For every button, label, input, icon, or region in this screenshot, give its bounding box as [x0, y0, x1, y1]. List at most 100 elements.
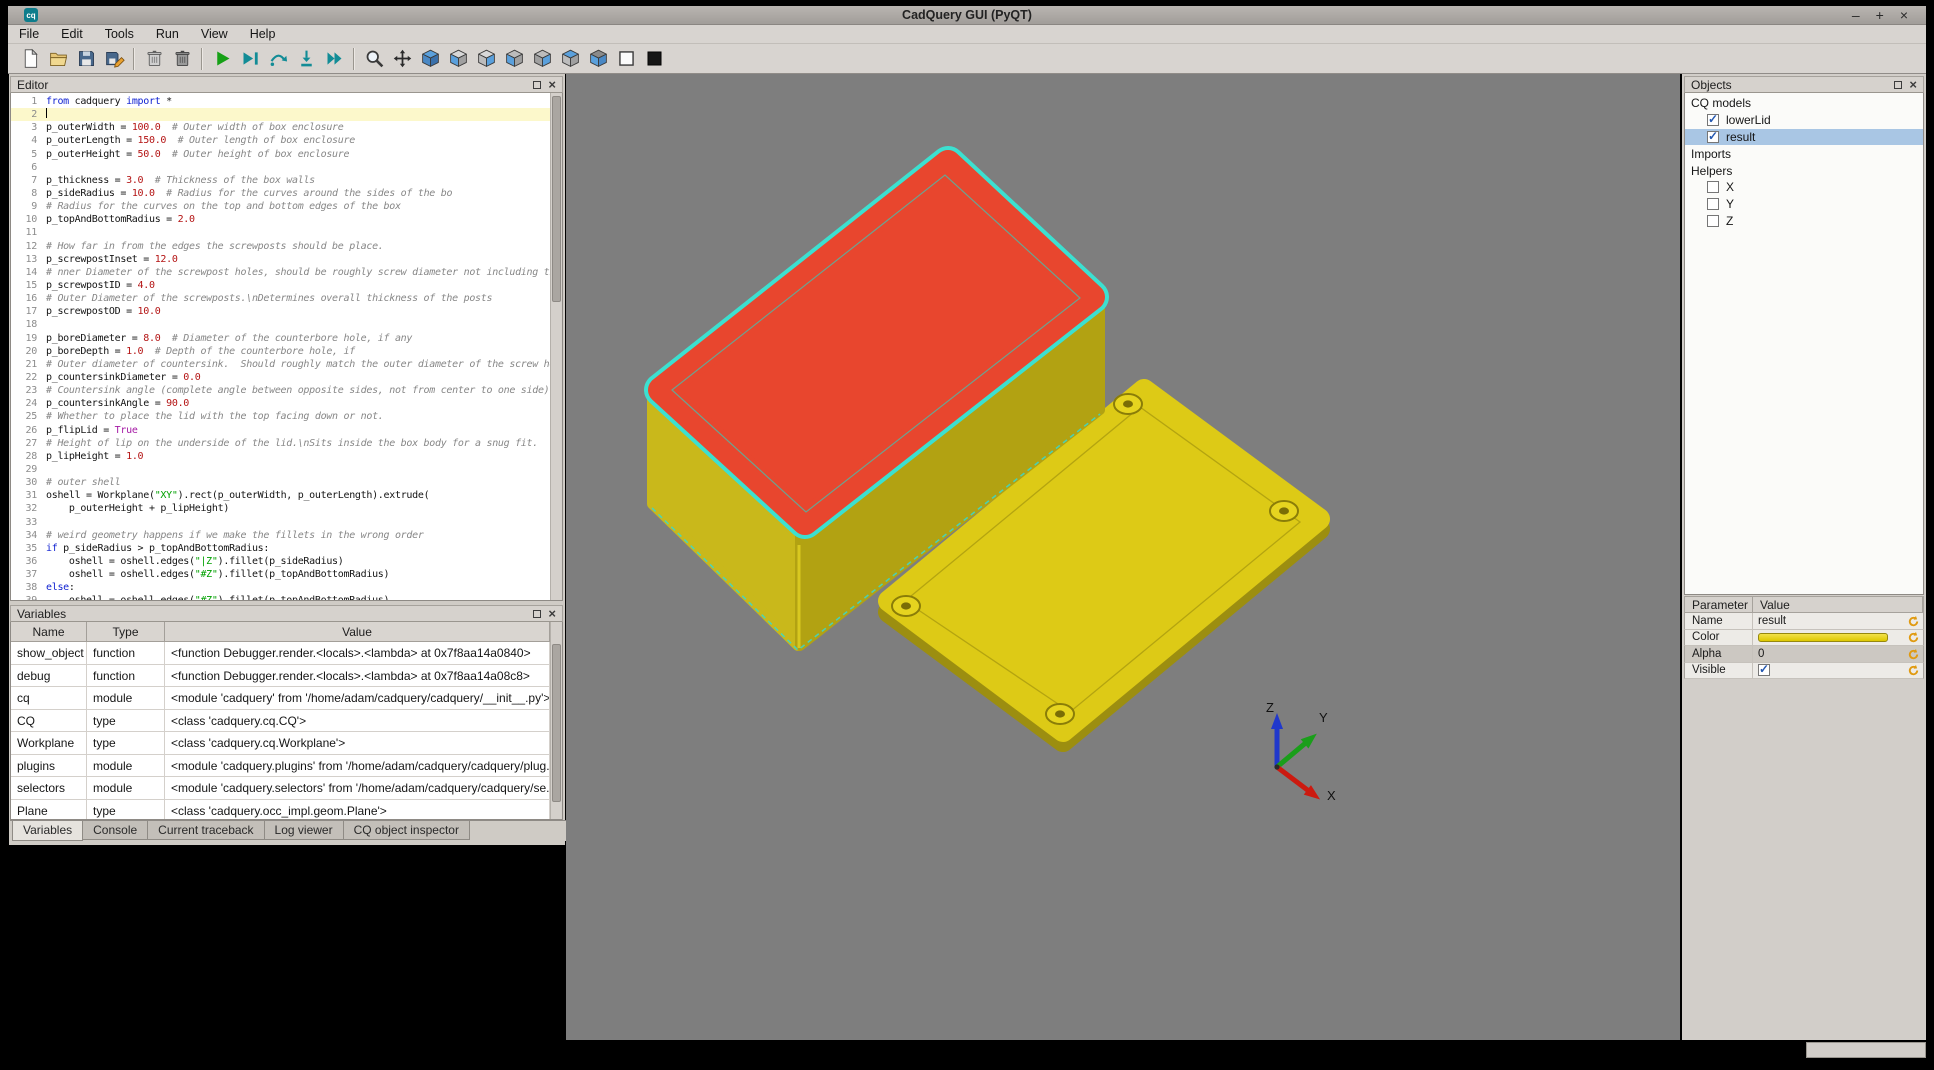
editor-scrollbar-thumb[interactable] [552, 96, 561, 302]
reset-color-button[interactable] [1907, 631, 1920, 644]
variables-float-button[interactable] [533, 610, 541, 618]
variables-panel: Variables × NameTypeValueshow_objectfunc… [10, 605, 563, 820]
line-number: 12 [11, 240, 37, 253]
reset-alpha-button[interactable] [1907, 648, 1920, 661]
checkbox-y[interactable] [1707, 198, 1719, 210]
reset-visible-button[interactable] [1907, 664, 1920, 677]
column-header-name[interactable]: Name [11, 622, 87, 641]
menu-item-file[interactable]: File [8, 25, 50, 43]
tree-item-y[interactable]: Y [1685, 196, 1923, 213]
view-back-button[interactable] [472, 45, 500, 72]
close-button[interactable]: × [1900, 8, 1908, 22]
table-row[interactable]: debugfunction<function Debugger.render.<… [11, 665, 550, 688]
step-into-button[interactable] [292, 45, 320, 72]
code-area[interactable]: 1from cadquery import *23p_outerWidth = … [11, 95, 550, 600]
code-line-17: 17p_screwpostOD = 10.0 [11, 305, 550, 318]
code-editor[interactable]: 1from cadquery import *23p_outerWidth = … [10, 93, 563, 601]
screw-boss-top[interactable] [1114, 394, 1142, 414]
checkbox-z[interactable] [1707, 215, 1719, 227]
variables-scrollbar[interactable] [550, 622, 562, 819]
editor-close-button[interactable]: × [548, 79, 556, 90]
step-over-button[interactable] [264, 45, 292, 72]
view-right-button[interactable] [528, 45, 556, 72]
variables-close-button[interactable]: × [548, 608, 556, 619]
visible-checkbox[interactable] [1758, 664, 1770, 676]
line-content: oshell = oshell.edges("#Z").fillet(p_top… [46, 595, 389, 600]
tree-group-helpers[interactable]: Helpers [1685, 162, 1923, 179]
code-line-39: 39 oshell = oshell.edges("#Z").fillet(p_… [11, 594, 550, 600]
tab-variables[interactable]: Variables [12, 821, 83, 841]
table-row[interactable]: CQtype<class 'cadquery.cq.CQ'> [11, 710, 550, 733]
editor-float-button[interactable] [533, 81, 541, 89]
table-row[interactable]: cqmodule<module 'cadquery' from '/home/a… [11, 687, 550, 710]
screw-boss-bottom[interactable] [1046, 704, 1074, 724]
table-row[interactable]: Planetype<class 'cadquery.occ_impl.geom.… [11, 800, 550, 820]
tree-item-lowerlid[interactable]: lowerLid [1685, 112, 1923, 129]
editor-scrollbar[interactable] [550, 93, 562, 600]
menu-item-view[interactable]: View [190, 25, 239, 43]
checkbox-result[interactable] [1707, 131, 1719, 143]
line-number: 2 [11, 108, 37, 121]
menu-item-help[interactable]: Help [239, 25, 287, 43]
menu-item-edit[interactable]: Edit [50, 25, 94, 43]
viewport-canvas[interactable]: Z Y X [566, 74, 1680, 1040]
variables-scrollbar-thumb[interactable] [552, 644, 561, 802]
line-number: 19 [11, 332, 37, 345]
tree-group-imports[interactable]: Imports [1685, 145, 1923, 162]
new-file-button[interactable] [16, 45, 44, 72]
screw-boss-right[interactable] [1270, 501, 1298, 521]
props-column-parameter[interactable]: Parameter [1685, 597, 1753, 612]
debug-script-button[interactable] [236, 45, 264, 72]
save-as-button[interactable] [100, 45, 128, 72]
column-header-value[interactable]: Value [165, 622, 550, 641]
tree-item-result[interactable]: result [1685, 129, 1923, 146]
property-row-name: Nameresult [1684, 613, 1924, 630]
delete-button[interactable] [168, 45, 196, 72]
tree-group-cq-models[interactable]: CQ models [1685, 95, 1923, 112]
cell-name: plugins [11, 755, 87, 777]
table-row[interactable]: Workplanetype<class 'cadquery.cq.Workpla… [11, 732, 550, 755]
title-bar[interactable]: cq CadQuery GUI (PyQT) – + × [8, 6, 1926, 25]
viewport-3d[interactable]: Z Y X [566, 74, 1680, 1040]
props-column-value[interactable]: Value [1753, 597, 1923, 612]
view-bottom-button[interactable] [584, 45, 612, 72]
objects-float-button[interactable] [1894, 81, 1902, 89]
fit-view-button[interactable] [388, 45, 416, 72]
maximize-button[interactable]: + [1876, 8, 1884, 22]
clear-button[interactable] [140, 45, 168, 72]
save-button[interactable] [72, 45, 100, 72]
zoom-button[interactable] [360, 45, 388, 72]
menu-item-tools[interactable]: Tools [94, 25, 145, 43]
tree-item-x[interactable]: X [1685, 179, 1923, 196]
toolbar [8, 44, 1926, 74]
view-iso-button[interactable] [416, 45, 444, 72]
column-header-type[interactable]: Type [87, 622, 165, 641]
menu-item-run[interactable]: Run [145, 25, 190, 43]
table-row[interactable]: show_objectfunction<function Debugger.re… [11, 642, 550, 665]
open-file-button[interactable] [44, 45, 72, 72]
tab-current-traceback[interactable]: Current traceback [147, 821, 264, 840]
line-number: 28 [11, 450, 37, 463]
view-wireframe-button[interactable] [612, 45, 640, 72]
axis-origin [1274, 764, 1279, 769]
checkbox-lowerlid[interactable] [1707, 114, 1719, 126]
tree-item-z[interactable]: Z [1685, 213, 1923, 230]
checkbox-x[interactable] [1707, 181, 1719, 193]
view-shaded-button[interactable] [640, 45, 668, 72]
table-row[interactable]: pluginsmodule<module 'cadquery.plugins' … [11, 755, 550, 778]
tab-log-viewer[interactable]: Log viewer [264, 821, 344, 840]
reset-name-button[interactable] [1907, 615, 1920, 628]
view-left-button[interactable] [500, 45, 528, 72]
minimize-button[interactable]: – [1852, 8, 1860, 22]
axis-y-arrow [1273, 729, 1321, 772]
view-front-button[interactable] [444, 45, 472, 72]
continue-button[interactable] [320, 45, 348, 72]
screw-boss-left[interactable] [892, 596, 920, 616]
run-script-button[interactable] [208, 45, 236, 72]
view-top-button[interactable] [556, 45, 584, 72]
tab-console[interactable]: Console [82, 821, 148, 840]
color-swatch[interactable] [1758, 633, 1888, 642]
objects-close-button[interactable]: × [1909, 79, 1917, 90]
tab-cq-object-inspector[interactable]: CQ object inspector [343, 821, 470, 840]
table-row[interactable]: selectorsmodule<module 'cadquery.selecto… [11, 777, 550, 800]
